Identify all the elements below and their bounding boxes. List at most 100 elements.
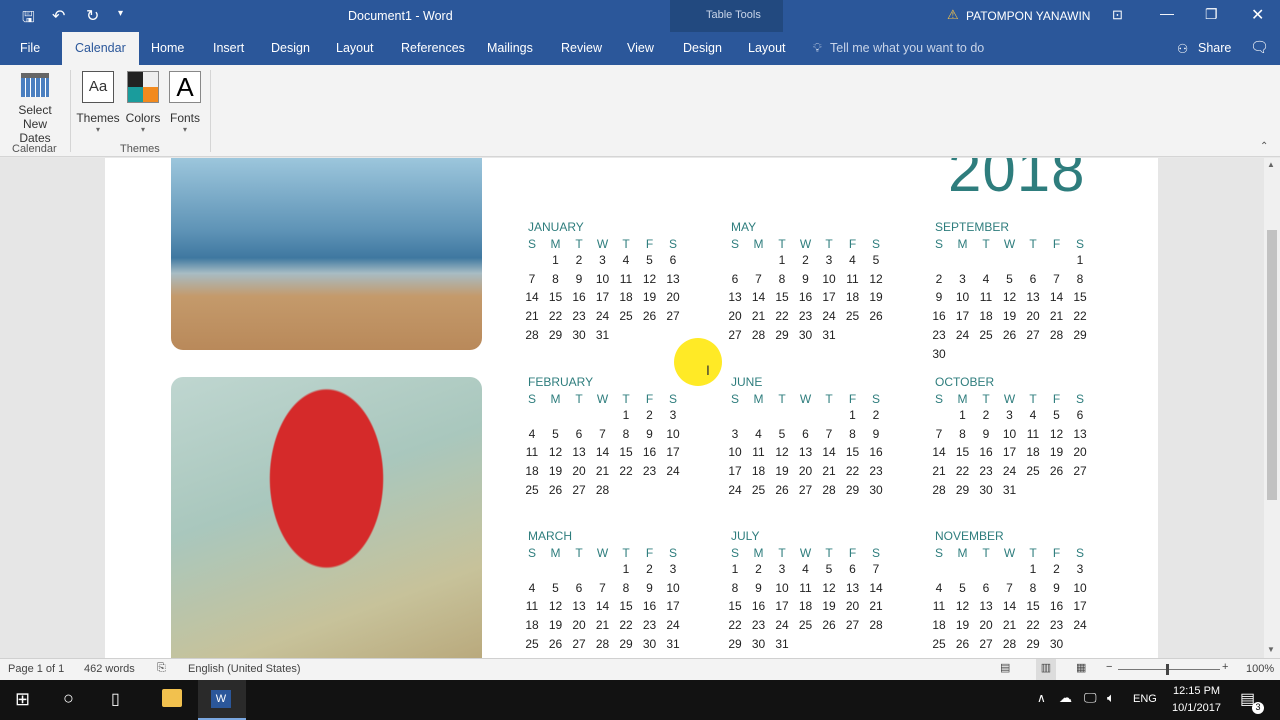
tab-file[interactable]: File [20,41,40,55]
month-name: JUNE [731,375,763,389]
tab-references[interactable]: References [401,41,465,55]
volume-icon[interactable]: 🔈︎ [1107,690,1115,706]
calendar-day: 25 [1026,464,1040,479]
zoom-slider-thumb[interactable] [1166,664,1169,675]
cortana-icon[interactable]: ○ [63,688,74,709]
scrollbar-thumb[interactable] [1267,230,1277,500]
warning-icon: ⚠ [947,7,959,22]
calendar-day: 30 [1049,636,1064,651]
calendar-day: 14 [525,290,539,305]
calendar-day: 22 [619,618,633,633]
tab-insert[interactable]: Insert [213,41,244,55]
save-icon[interactable]: 🖫 [22,7,35,32]
document-page[interactable]: 2018 JANUARY S M T W T F S 1 2 3 4 5 6 7 8 9 10 11 12 13 14 15… [105,158,1158,658]
tab-design[interactable]: Design [271,41,310,55]
calendar-day: 11 [979,290,993,305]
tab-home[interactable]: Home [151,41,184,55]
restore-button[interactable]: ❐ [1205,6,1218,23]
vertical-scrollbar[interactable]: ▲ ▼ [1264,158,1280,658]
calendar-day: 27 [1026,327,1040,342]
tab-mailings[interactable]: Mailings [487,41,533,55]
zoom-slider[interactable] [1118,669,1220,670]
month-name: NOVEMBER [935,529,1004,543]
read-mode-icon[interactable]: ▤ [1000,661,1010,674]
tab-layout[interactable]: Layout [336,41,374,55]
calendar-day: 13 [1026,290,1040,305]
calendar-day: 22 [955,464,970,479]
redo-icon[interactable]: ↻ [86,6,99,26]
month-name: SEPTEMBER [935,220,1010,234]
user-name[interactable]: PATOMPON YANAWIN [966,9,1090,23]
tab-review[interactable]: Review [561,41,602,55]
share-icon[interactable]: ⚇ [1177,41,1188,56]
calendar-day: 22 [728,618,742,633]
day-header: M [550,546,561,560]
zoom-out-button[interactable]: − [1106,661,1112,673]
calendar-day: 26 [1049,464,1064,479]
clock-date[interactable]: 10/1/2017 [1172,702,1221,714]
photo-children-beach [171,158,482,350]
collapse-ribbon-icon[interactable]: ⌃ [1260,141,1268,152]
day-header: T [1029,237,1037,251]
calendar-day: 18 [525,464,539,479]
calendar-day: 18 [845,290,860,305]
scroll-down-icon[interactable]: ▼ [1267,645,1275,654]
day-header: S [871,392,880,406]
calendar-day: 24 [822,309,836,324]
ribbon-display-icon[interactable]: ⊡ [1112,7,1123,23]
calendar-day: 10 [955,290,970,305]
word-count[interactable]: 462 words [84,663,135,675]
calendar-day: 31 [666,636,680,651]
tab-view[interactable]: View [627,41,654,55]
tab-table-layout[interactable]: Layout [748,41,786,55]
calendar-day: 27 [1073,464,1087,479]
file-explorer-icon[interactable] [162,689,182,707]
zoom-in-button[interactable]: + [1222,661,1228,673]
comments-icon[interactable]: 🗨︎ [1250,38,1269,56]
calendar-day: 19 [822,599,836,614]
fonts-button[interactable]: A Fonts ▾ [166,71,204,134]
onedrive-icon[interactable]: ☁ [1059,690,1072,706]
calendar-day: 30 [642,636,657,651]
undo-icon[interactable]: ↶ [52,6,65,26]
print-layout-icon[interactable]: ▥ [1036,659,1056,680]
colors-button[interactable]: Colors ▾ [124,71,162,134]
month-name: MARCH [528,529,572,543]
themes-button[interactable]: Aa Themes ▾ [76,71,120,134]
input-language[interactable]: ENG [1133,693,1157,705]
calendar-day: 4 [982,271,990,286]
close-button[interactable]: ✕ [1251,5,1264,25]
zoom-level[interactable]: 100% [1246,663,1274,675]
page-count[interactable]: Page 1 of 1 [8,663,64,675]
calendar-day: 17 [1073,599,1087,614]
web-layout-icon[interactable]: ▦ [1076,661,1086,674]
day-header: M [957,237,968,251]
calendar-day: 23 [1049,618,1064,633]
tell-me-input[interactable]: Tell me what you want to do [830,41,984,55]
language[interactable]: English (United States) [188,663,301,675]
clock-time[interactable]: 12:15 PM [1173,685,1220,697]
calendar-day: 7 [599,426,606,441]
calendar-day: 17 [666,599,680,614]
scroll-up-icon[interactable]: ▲ [1267,160,1275,169]
task-view-icon[interactable]: ▯ [111,689,120,709]
calendar-day: 29 [775,327,789,342]
customize-toolbar-icon[interactable]: ▾ [118,8,123,19]
tray-chevron-icon[interactable]: ∧ [1037,691,1046,705]
text-cursor-icon: I [706,362,710,378]
minimize-button[interactable]: — [1160,5,1174,21]
proofing-icon[interactable]: ⎘ [157,662,166,675]
word-taskbar-button[interactable]: W [198,680,246,720]
tab-table-design[interactable]: Design [683,41,722,55]
calendar-day: 9 [802,271,809,286]
network-icon[interactable]: 🖵 [1084,690,1097,706]
tab-calendar[interactable]: Calendar [62,32,139,65]
day-header: S [527,237,536,251]
calendar-year: 2018 [948,158,1086,204]
share-button[interactable]: Share [1198,41,1231,55]
select-new-dates-button[interactable]: Select New Dates [6,73,64,145]
windows-start-icon[interactable]: ⊞ [15,689,30,710]
calendar-day: 15 [1026,599,1040,614]
calendar-day: 9 [575,271,583,286]
calendar-day: 25 [798,618,813,633]
